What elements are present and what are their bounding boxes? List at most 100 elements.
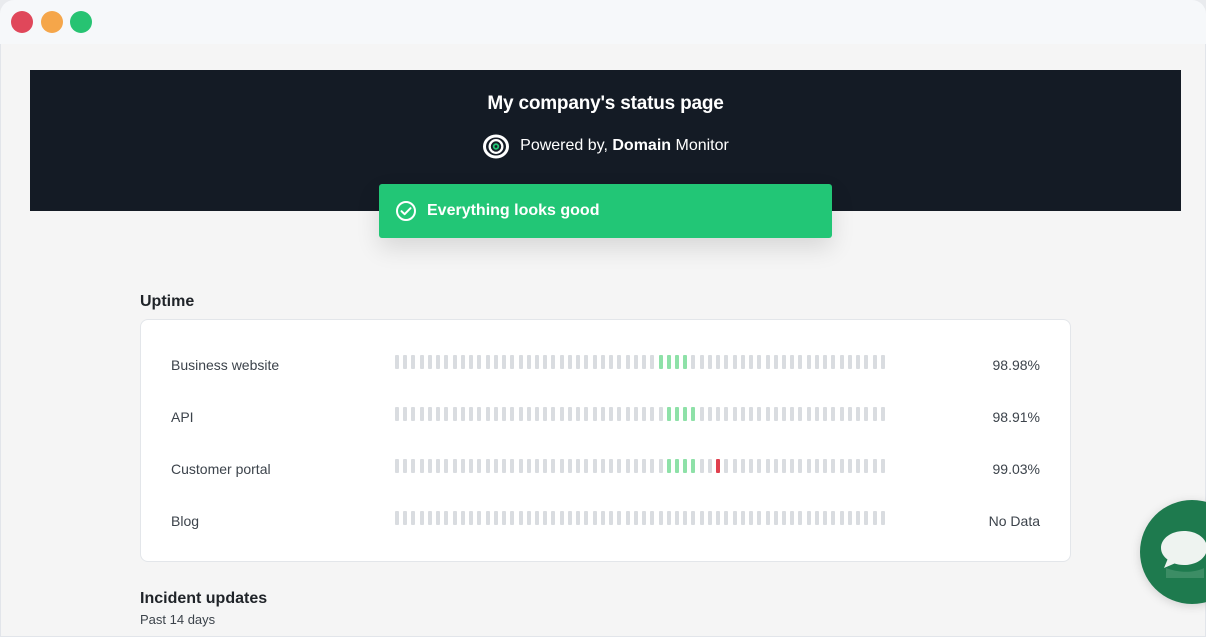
uptime-bar-no-data[interactable] [526, 355, 531, 369]
uptime-bar-no-data[interactable] [724, 407, 729, 421]
uptime-bar-no-data[interactable] [806, 511, 811, 525]
uptime-bar-no-data[interactable] [691, 355, 696, 369]
uptime-bar-no-data[interactable] [460, 459, 465, 473]
uptime-bar-no-data[interactable] [427, 355, 432, 369]
uptime-bar-no-data[interactable] [600, 459, 605, 473]
uptime-bar-no-data[interactable] [642, 511, 647, 525]
uptime-bar-no-data[interactable] [707, 355, 712, 369]
uptime-bar-no-data[interactable] [411, 459, 416, 473]
uptime-bar-no-data[interactable] [411, 511, 416, 525]
uptime-bar-no-data[interactable] [460, 355, 465, 369]
uptime-bar-no-data[interactable] [411, 355, 416, 369]
uptime-bar-no-data[interactable] [814, 407, 819, 421]
uptime-bar-no-data[interactable] [403, 459, 408, 473]
uptime-bar-no-data[interactable] [814, 355, 819, 369]
uptime-bar-no-data[interactable] [856, 511, 861, 525]
uptime-bar-no-data[interactable] [839, 407, 844, 421]
uptime-bar-no-data[interactable] [814, 511, 819, 525]
uptime-bar-no-data[interactable] [567, 407, 572, 421]
uptime-bar-no-data[interactable] [872, 407, 877, 421]
uptime-bar-no-data[interactable] [823, 355, 828, 369]
uptime-bar-up[interactable] [658, 355, 663, 369]
uptime-bar-no-data[interactable] [485, 355, 490, 369]
uptime-bar-no-data[interactable] [493, 355, 498, 369]
uptime-bar-no-data[interactable] [724, 511, 729, 525]
uptime-bar-no-data[interactable] [584, 407, 589, 421]
uptime-bar-no-data[interactable] [502, 459, 507, 473]
uptime-bar-no-data[interactable] [576, 459, 581, 473]
uptime-bars[interactable] [395, 407, 889, 421]
uptime-bar-no-data[interactable] [452, 459, 457, 473]
uptime-bar-no-data[interactable] [543, 407, 548, 421]
uptime-bar-no-data[interactable] [872, 459, 877, 473]
uptime-bar-no-data[interactable] [551, 511, 556, 525]
uptime-bar-no-data[interactable] [823, 511, 828, 525]
uptime-bar-no-data[interactable] [847, 511, 852, 525]
uptime-bar-no-data[interactable] [469, 407, 474, 421]
uptime-bar-no-data[interactable] [749, 459, 754, 473]
uptime-bar-no-data[interactable] [502, 355, 507, 369]
uptime-bar-no-data[interactable] [707, 407, 712, 421]
uptime-bar-no-data[interactable] [765, 407, 770, 421]
uptime-bar-no-data[interactable] [395, 407, 399, 421]
uptime-bar-no-data[interactable] [518, 511, 523, 525]
uptime-bar-no-data[interactable] [411, 407, 416, 421]
uptime-bar-no-data[interactable] [633, 511, 638, 525]
uptime-bar-no-data[interactable] [864, 511, 869, 525]
uptime-bar-no-data[interactable] [518, 355, 523, 369]
uptime-bar-no-data[interactable] [823, 407, 828, 421]
uptime-bar-no-data[interactable] [485, 459, 490, 473]
uptime-bar-no-data[interactable] [740, 459, 745, 473]
uptime-bar-up[interactable] [666, 355, 671, 369]
uptime-bar-no-data[interactable] [510, 511, 515, 525]
uptime-bar-no-data[interactable] [427, 407, 432, 421]
uptime-bar-no-data[interactable] [395, 355, 399, 369]
uptime-bar-no-data[interactable] [683, 511, 688, 525]
uptime-bar-no-data[interactable] [716, 511, 721, 525]
uptime-bar-no-data[interactable] [699, 459, 704, 473]
uptime-bar-no-data[interactable] [749, 511, 754, 525]
uptime-bar-no-data[interactable] [782, 511, 787, 525]
uptime-bar-no-data[interactable] [477, 459, 482, 473]
uptime-bar-no-data[interactable] [395, 511, 399, 525]
uptime-bars[interactable] [395, 511, 889, 525]
uptime-bar-up[interactable] [666, 407, 671, 421]
uptime-bar-no-data[interactable] [452, 511, 457, 525]
uptime-bar-no-data[interactable] [534, 355, 539, 369]
uptime-bar-no-data[interactable] [444, 511, 449, 525]
uptime-bar-no-data[interactable] [831, 407, 836, 421]
uptime-bar-no-data[interactable] [732, 511, 737, 525]
uptime-bar-no-data[interactable] [534, 459, 539, 473]
uptime-bar-no-data[interactable] [707, 459, 712, 473]
uptime-bar-no-data[interactable] [732, 355, 737, 369]
uptime-bar-no-data[interactable] [551, 459, 556, 473]
uptime-bar-no-data[interactable] [469, 511, 474, 525]
uptime-bar-no-data[interactable] [642, 407, 647, 421]
uptime-bar-up[interactable] [674, 407, 679, 421]
uptime-bar-no-data[interactable] [403, 355, 408, 369]
uptime-bar-no-data[interactable] [559, 407, 564, 421]
uptime-bar-no-data[interactable] [485, 407, 490, 421]
uptime-bar-no-data[interactable] [798, 511, 803, 525]
uptime-bar-no-data[interactable] [691, 511, 696, 525]
uptime-bar-no-data[interactable] [469, 355, 474, 369]
uptime-bar-no-data[interactable] [831, 459, 836, 473]
uptime-bar-no-data[interactable] [716, 355, 721, 369]
uptime-bar-no-data[interactable] [617, 459, 622, 473]
uptime-bar-no-data[interactable] [436, 407, 441, 421]
uptime-bar-no-data[interactable] [724, 355, 729, 369]
uptime-bar-no-data[interactable] [757, 511, 762, 525]
uptime-bar-no-data[interactable] [592, 459, 597, 473]
uptime-bar-no-data[interactable] [740, 355, 745, 369]
uptime-bar-no-data[interactable] [823, 459, 828, 473]
uptime-bar-no-data[interactable] [444, 407, 449, 421]
uptime-bar-no-data[interactable] [444, 355, 449, 369]
uptime-bar-no-data[interactable] [773, 355, 778, 369]
uptime-bar-no-data[interactable] [534, 407, 539, 421]
uptime-bar-no-data[interactable] [856, 407, 861, 421]
uptime-bar-no-data[interactable] [872, 511, 877, 525]
uptime-bar-no-data[interactable] [790, 355, 795, 369]
uptime-bar-no-data[interactable] [716, 407, 721, 421]
uptime-bar-no-data[interactable] [617, 407, 622, 421]
uptime-bar-no-data[interactable] [477, 407, 482, 421]
